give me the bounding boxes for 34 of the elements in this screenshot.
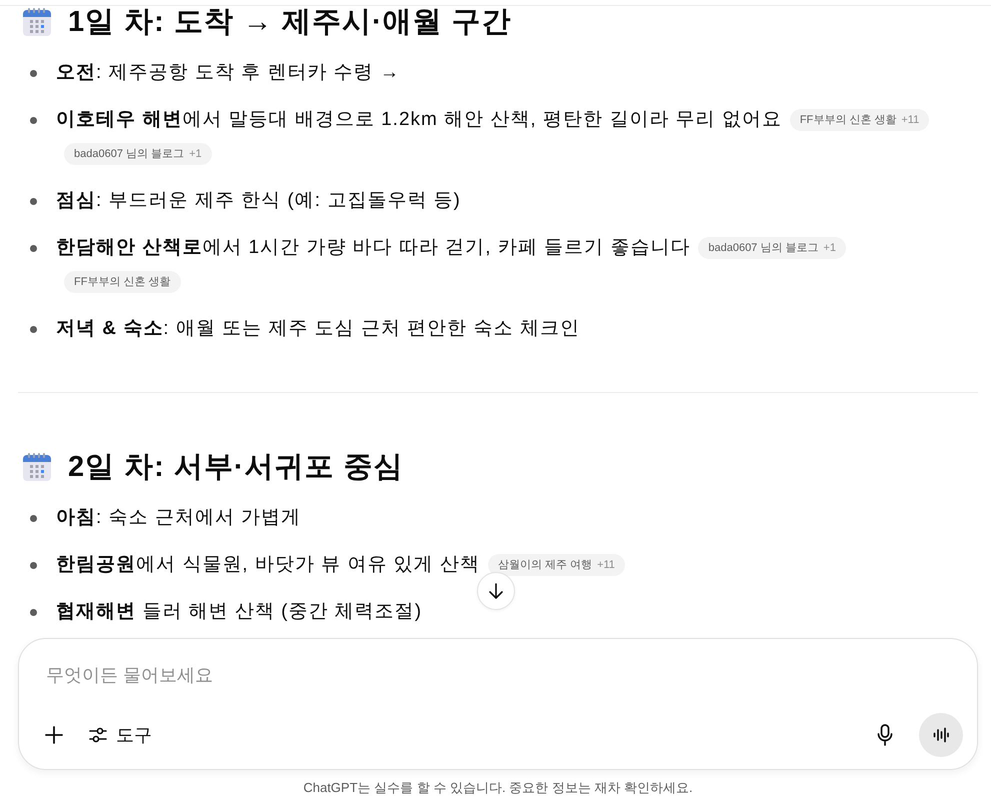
plus-icon: [44, 725, 64, 745]
list-item-text: 오전: 제주공항 도착 후 렌터카 수령 →: [56, 62, 400, 83]
bullet-icon: [30, 515, 37, 522]
sliders-icon: [88, 725, 108, 745]
bullet-icon: [30, 562, 37, 569]
disclaimer-text: ChatGPT는 실수를 할 수 있습니다. 중요한 정보는 재차 확인하세요.: [302, 779, 694, 797]
source-chip[interactable]: 삼월이의 제주 여행 +11: [488, 554, 625, 576]
voice-mode-button[interactable]: [919, 713, 963, 757]
scroll-down-button[interactable]: [476, 572, 514, 610]
list-item-text: 이호테우 해변에서 말등대 배경으로 1.2km 해안 산책, 평탄한 길이라 무리 없어요: [56, 109, 782, 130]
calendar-icon: [22, 452, 52, 482]
day-heading: 1일 차: 도착 → 제주시·애월 구간: [68, 5, 512, 40]
list-item-text: 저녁 & 숙소: 애월 또는 제주 도심 근처 편안한 숙소 체크인: [56, 318, 580, 339]
day-heading: 2일 차: 서부·서귀포 중심: [68, 450, 404, 485]
bullet-icon: [30, 198, 37, 205]
source-chip[interactable]: bada0607 님의 블로그 +1: [64, 143, 212, 165]
bullet-icon: [30, 117, 37, 124]
source-chip[interactable]: FF부부의 신혼 생활: [64, 271, 181, 293]
microphone-icon: [877, 724, 893, 746]
list-item-text: 협재해변 들러 해변 산책 (중간 체력조절): [56, 601, 422, 622]
bullet-icon: [30, 245, 37, 252]
calendar-icon: [22, 7, 52, 37]
tools-button[interactable]: 도구: [82, 717, 158, 753]
list-item-text: 점심: 부드러운 제주 한식 (예: 고집돌우럭 등): [56, 190, 461, 211]
list-item-text: 한림공원에서 식물원, 바닷가 뷰 여유 있게 산책: [56, 554, 480, 575]
list-item-text: 아침: 숙소 근처에서 가볍게: [56, 507, 302, 528]
source-chip[interactable]: bada0607 님의 블로그 +1: [698, 237, 846, 259]
bullet-icon: [30, 70, 37, 77]
prompt-field[interactable]: 무엇이든 물어보세요: [36, 661, 346, 690]
source-chip[interactable]: FF부부의 신혼 생활 +11: [790, 109, 930, 131]
list-item-text: 한담해안 산책로에서 1시간 가량 바다 따라 걷기, 카페 들르기 좋습니다: [56, 237, 690, 258]
waveform-icon: [933, 727, 949, 743]
bullet-icon: [30, 326, 37, 333]
bullet-icon: [30, 609, 37, 616]
